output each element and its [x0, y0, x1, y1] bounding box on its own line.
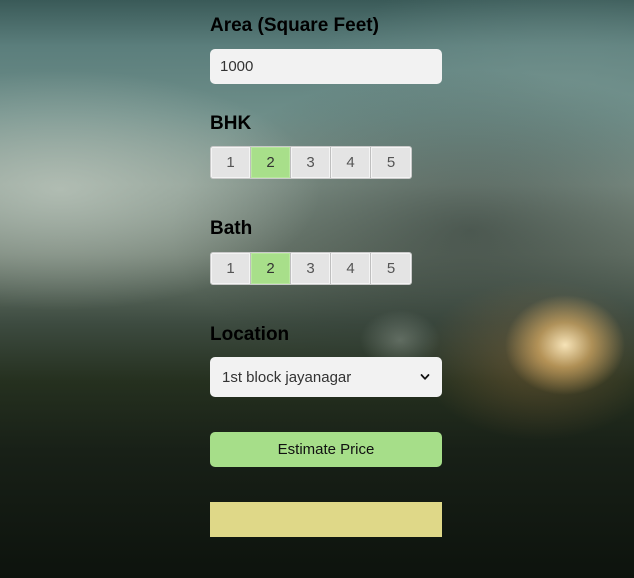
location-selected-value: 1st block jayanagar — [222, 368, 352, 386]
bath-option-2[interactable]: 2 — [251, 253, 291, 284]
bhk-selector: 1 2 3 4 5 — [210, 146, 412, 179]
chevron-down-icon — [420, 374, 430, 380]
bath-option-5[interactable]: 5 — [371, 253, 411, 284]
bhk-option-3[interactable]: 3 — [291, 147, 331, 178]
bhk-option-5[interactable]: 5 — [371, 147, 411, 178]
bath-option-3[interactable]: 3 — [291, 253, 331, 284]
location-select[interactable]: 1st block jayanagar — [210, 357, 442, 397]
bhk-option-2[interactable]: 2 — [251, 147, 291, 178]
bath-label: Bath — [210, 218, 253, 239]
area-label: Area (Square Feet) — [210, 15, 379, 36]
bhk-option-4[interactable]: 4 — [331, 147, 371, 178]
location-label: Location — [210, 324, 290, 345]
estimated-price-result — [210, 502, 442, 537]
bhk-label: BHK — [210, 113, 252, 134]
estimate-price-button[interactable]: Estimate Price — [210, 432, 442, 467]
bath-selector: 1 2 3 4 5 — [210, 252, 412, 285]
bath-option-4[interactable]: 4 — [331, 253, 371, 284]
bath-option-1[interactable]: 1 — [211, 253, 251, 284]
area-input[interactable] — [210, 49, 442, 84]
bhk-option-1[interactable]: 1 — [211, 147, 251, 178]
